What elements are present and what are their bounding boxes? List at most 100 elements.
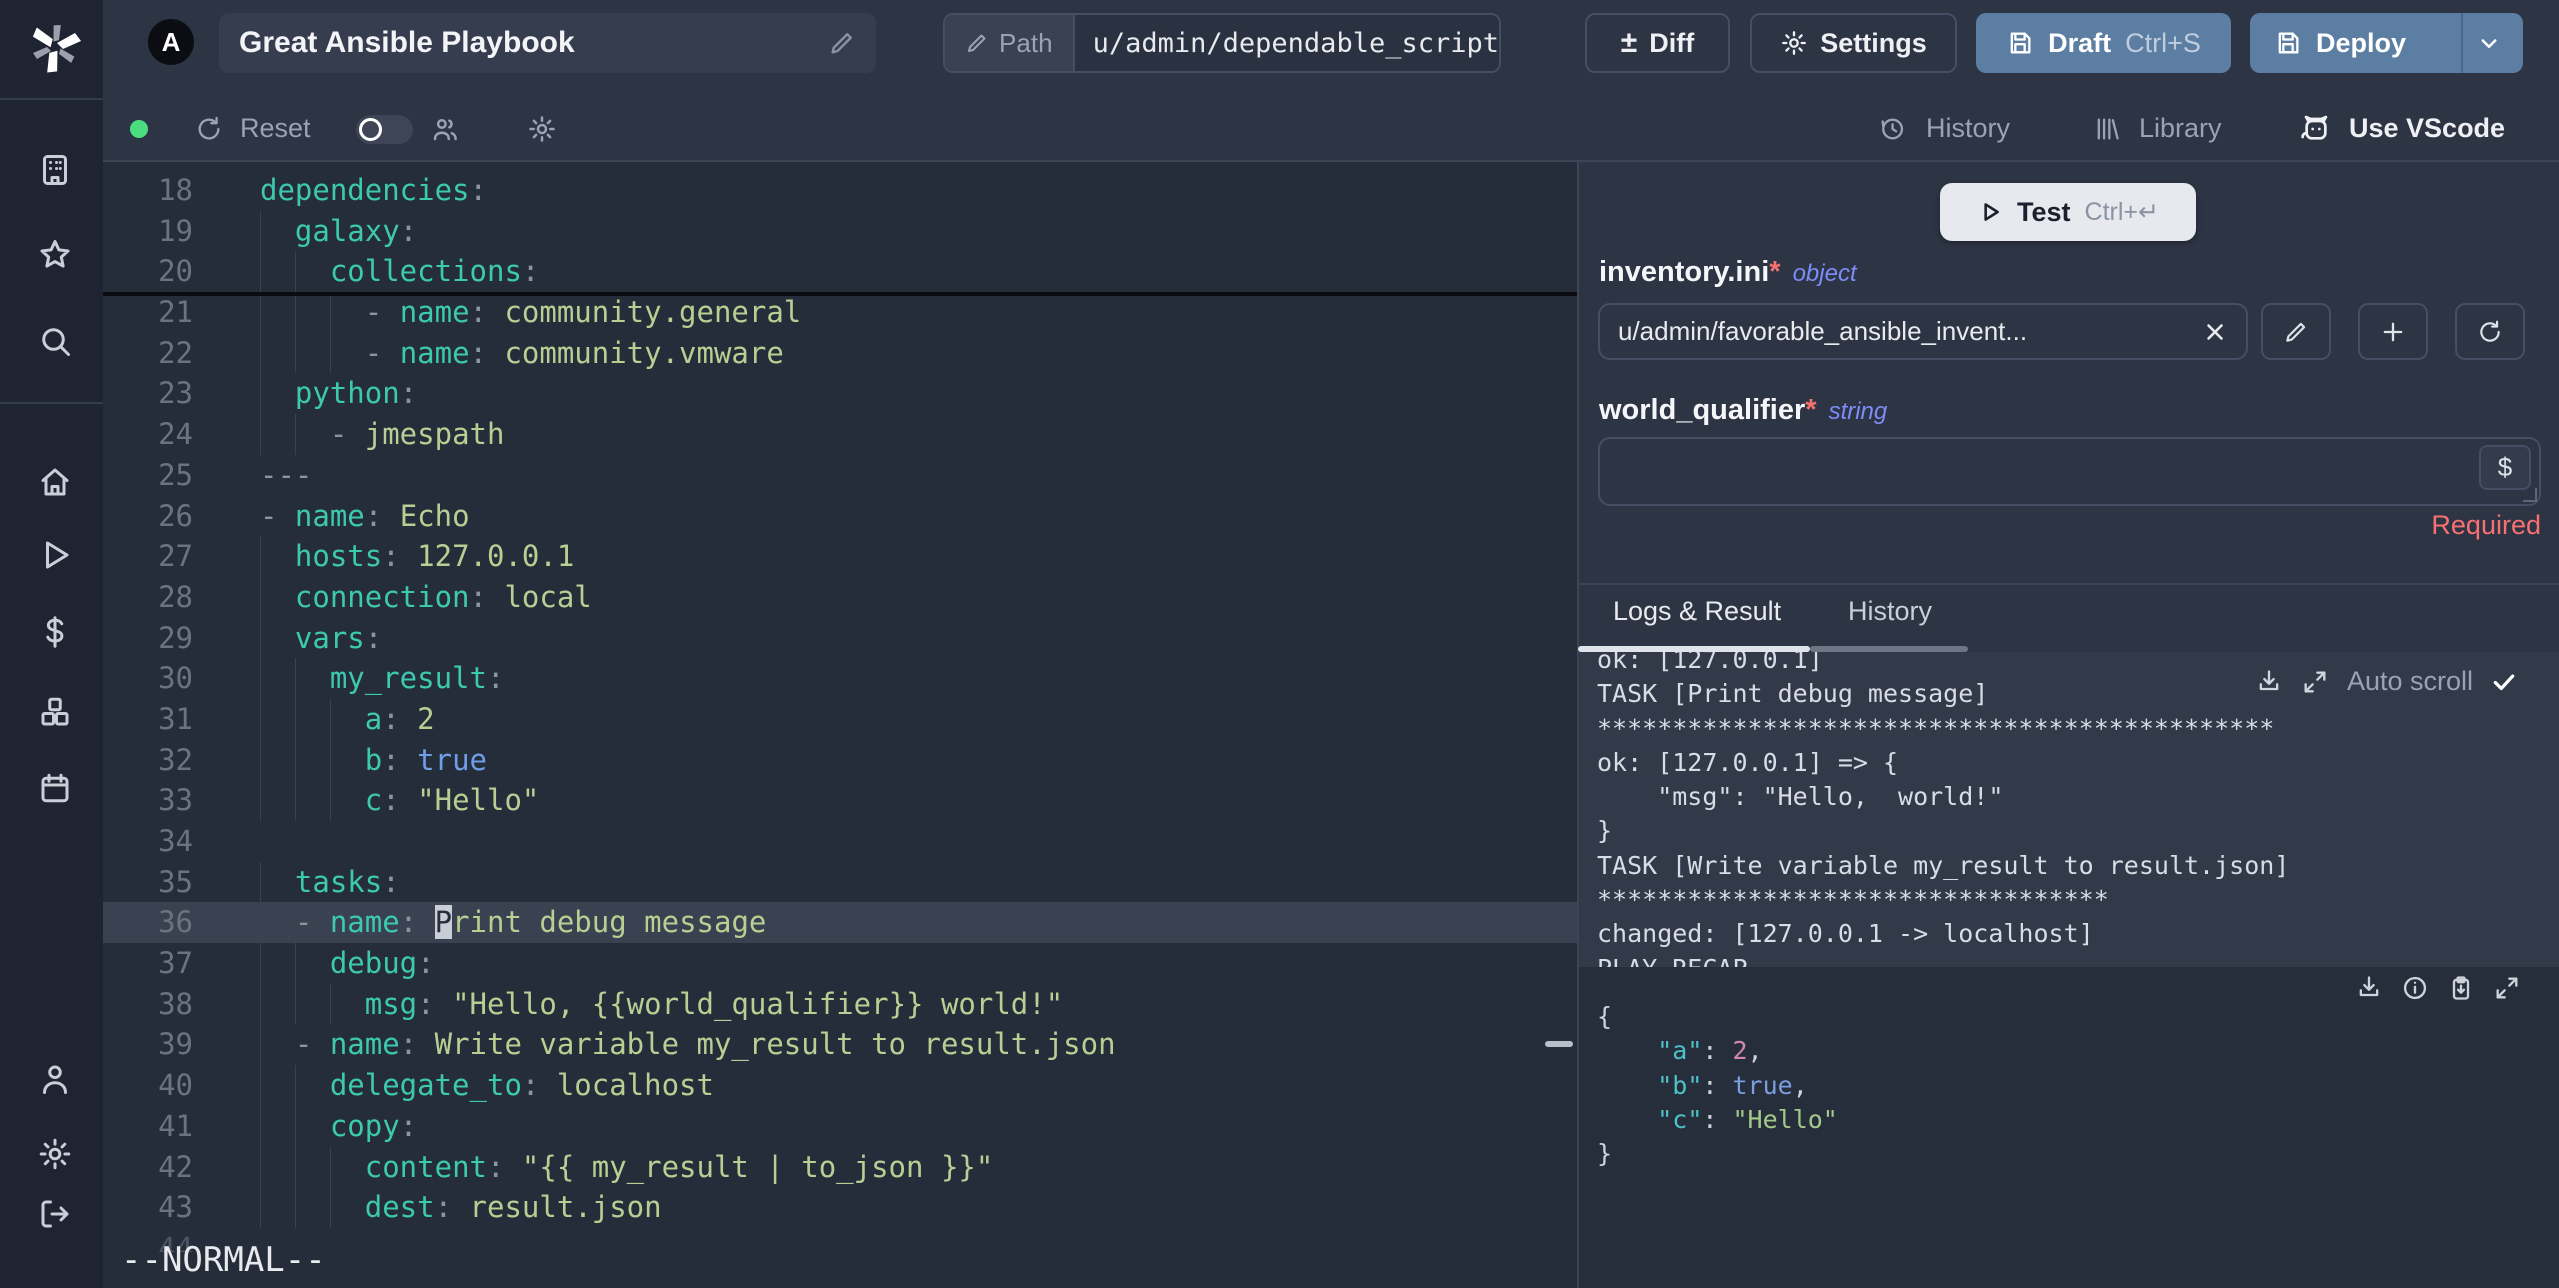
diff-button[interactable]: ± Diff bbox=[1585, 13, 1730, 73]
app-window: A Great Ansible Playbook Path u/admin/de… bbox=[0, 0, 2559, 1288]
tab-logs-result[interactable]: Logs & Result bbox=[1613, 596, 1781, 627]
logs-pane[interactable]: ok: [127.0.0.1] TASK [Print debug message… bbox=[1579, 652, 2559, 967]
info-icon[interactable] bbox=[2401, 974, 2429, 1002]
line-number: 26 bbox=[158, 498, 193, 533]
gear-icon bbox=[1780, 29, 1808, 57]
auto-scroll-label[interactable]: Auto scroll bbox=[2347, 666, 2473, 697]
script-path-chip[interactable]: Path u/admin/dependable_script bbox=[943, 13, 1501, 73]
path-value: u/admin/dependable_script bbox=[1074, 15, 1499, 71]
settings-button[interactable]: Settings bbox=[1750, 13, 1957, 73]
diff-mode-toggle[interactable] bbox=[356, 115, 413, 144]
add-resource-plus-button[interactable] bbox=[2358, 303, 2428, 360]
code-line-21[interactable]: 21 - name: community.general bbox=[103, 292, 1577, 333]
code-line-20[interactable]: 20 collections: bbox=[103, 251, 1577, 293]
test-button[interactable]: Test Ctrl+↵ bbox=[1940, 183, 2196, 241]
edit-title-pencil-icon[interactable] bbox=[828, 29, 856, 57]
result-json: { "a": 2, "b": true, "c": "Hello"} bbox=[1597, 1000, 1838, 1171]
line-number: 35 bbox=[158, 864, 193, 899]
user-icon[interactable] bbox=[37, 1061, 73, 1097]
draft-button[interactable]: Draft Ctrl+S bbox=[1976, 13, 2231, 73]
code-line-23[interactable]: 23 python: bbox=[103, 373, 1577, 415]
windmill-logo[interactable] bbox=[23, 15, 87, 79]
runs-play-icon[interactable] bbox=[37, 537, 73, 573]
code-line-38[interactable]: 38 msg: "Hello, {{world_qualifier}} worl… bbox=[103, 983, 1577, 1025]
expand-logs-icon[interactable] bbox=[2301, 668, 2329, 696]
code-line-29[interactable]: 29 vars: bbox=[103, 617, 1577, 659]
library-button[interactable]: Library bbox=[2139, 113, 2222, 144]
home-icon[interactable] bbox=[37, 464, 73, 500]
code-line-26[interactable]: 26- name: Echo bbox=[103, 496, 1577, 537]
code-line-35[interactable]: 35 tasks: bbox=[103, 861, 1577, 903]
code-line-41[interactable]: 41 copy: bbox=[103, 1105, 1577, 1147]
edit-resource-pencil-button[interactable] bbox=[2261, 303, 2331, 360]
line-number: 29 bbox=[158, 620, 193, 655]
code-line-42[interactable]: 42 content: "{{ my_result | to_json }}" bbox=[103, 1146, 1577, 1188]
code-line-24[interactable]: 24 - jmespath bbox=[103, 414, 1577, 455]
code-line-22[interactable]: 22 - name: community.vmware bbox=[103, 332, 1577, 374]
collaborators-icon[interactable] bbox=[430, 114, 460, 144]
result-json-line: "b": true, bbox=[1657, 1070, 1808, 1100]
code-line-33[interactable]: 33 c: "Hello" bbox=[103, 780, 1577, 821]
deploy-button[interactable]: Deploy bbox=[2250, 13, 2523, 73]
variables-dollar-icon[interactable] bbox=[37, 614, 73, 650]
code-line-18[interactable]: 18 dependencies: bbox=[103, 170, 1577, 211]
code-line-19[interactable]: 19 galaxy: bbox=[103, 210, 1577, 252]
code-line-40[interactable]: 40 delegate_to: localhost bbox=[103, 1065, 1577, 1106]
sidebar-divider bbox=[0, 98, 103, 100]
line-number: 36 bbox=[158, 905, 193, 940]
refresh-resource-button[interactable] bbox=[2455, 303, 2525, 360]
vscode-icon[interactable] bbox=[2300, 113, 2332, 145]
code-viewport[interactable]: 18 dependencies: 19 galaxy: 20 collections:… bbox=[103, 162, 1577, 1252]
diff-label: Diff bbox=[1649, 27, 1695, 58]
script-title-input[interactable]: Great Ansible Playbook bbox=[219, 13, 876, 73]
search-icon[interactable] bbox=[37, 323, 73, 359]
tab-history[interactable]: History bbox=[1848, 596, 1932, 627]
favorites-star-icon[interactable] bbox=[37, 237, 73, 273]
textarea-resize-grip[interactable] bbox=[2523, 488, 2537, 502]
logout-icon[interactable] bbox=[37, 1196, 73, 1232]
resources-cubes-icon[interactable] bbox=[37, 694, 73, 730]
line-number: 24 bbox=[158, 417, 193, 452]
code-line-30[interactable]: 30 my_result: bbox=[103, 658, 1577, 699]
path-edit-segment[interactable]: Path bbox=[945, 15, 1075, 71]
save-icon bbox=[2274, 29, 2302, 57]
vim-mode-status: --NORMAL-- bbox=[121, 1240, 326, 1280]
library-icon[interactable] bbox=[2093, 115, 2121, 143]
code-line-32[interactable]: 32 b: true bbox=[103, 739, 1577, 781]
settings-gear-icon[interactable] bbox=[37, 1136, 73, 1172]
use-vscode-button[interactable]: Use VScode bbox=[2349, 113, 2505, 144]
code-line-34[interactable]: 34 bbox=[103, 821, 1577, 862]
draft-shortcut: Ctrl+S bbox=[2125, 27, 2201, 58]
download-logs-icon[interactable] bbox=[2255, 668, 2283, 696]
copy-result-icon[interactable] bbox=[2447, 974, 2475, 1002]
workspace-icon[interactable] bbox=[37, 152, 73, 188]
inventory-resource-input[interactable]: u/admin/favorable_ansible_invent... bbox=[1598, 303, 2248, 360]
vim-block-cursor: P bbox=[434, 905, 453, 940]
editor-settings-gear-icon[interactable] bbox=[527, 114, 557, 144]
code-line-27[interactable]: 27 hosts: 127.0.0.1 bbox=[103, 536, 1577, 577]
code-line-31[interactable]: 31 a: 2 bbox=[103, 698, 1577, 740]
clear-x-icon[interactable] bbox=[2202, 319, 2228, 345]
reset-refresh-icon[interactable] bbox=[195, 115, 223, 143]
code-line-39[interactable]: 39 - name: Write variable my_result to r… bbox=[103, 1024, 1577, 1066]
schedules-calendar-icon[interactable] bbox=[37, 770, 73, 806]
log-line: ok: [127.0.0.1] => { bbox=[1597, 747, 1899, 777]
check-icon[interactable] bbox=[2491, 669, 2517, 695]
code-line-25[interactable]: 25 --- bbox=[103, 455, 1577, 496]
code-line-36[interactable]: 36 - name: Print debug message bbox=[103, 902, 1577, 944]
line-number: 39 bbox=[158, 1027, 193, 1062]
pane-resize-handle[interactable] bbox=[1545, 1041, 1573, 1047]
reset-button[interactable]: Reset bbox=[240, 113, 311, 144]
history-button[interactable]: History bbox=[1926, 113, 2010, 144]
code-line-28[interactable]: 28 connection: local bbox=[103, 576, 1577, 618]
line-number: 34 bbox=[158, 824, 193, 858]
expand-result-icon[interactable] bbox=[2493, 974, 2521, 1002]
line-number: 40 bbox=[158, 1068, 193, 1103]
world-qualifier-textarea[interactable]: $ bbox=[1598, 437, 2541, 506]
download-result-icon[interactable] bbox=[2355, 974, 2383, 1002]
code-line-37[interactable]: 37 debug: bbox=[103, 943, 1577, 984]
chevron-down-icon[interactable] bbox=[2474, 28, 2504, 58]
code-line-43[interactable]: 43 dest: result.json bbox=[103, 1187, 1577, 1228]
history-icon[interactable] bbox=[1878, 115, 1906, 143]
insert-variable-dollar-button[interactable]: $ bbox=[2479, 445, 2531, 490]
